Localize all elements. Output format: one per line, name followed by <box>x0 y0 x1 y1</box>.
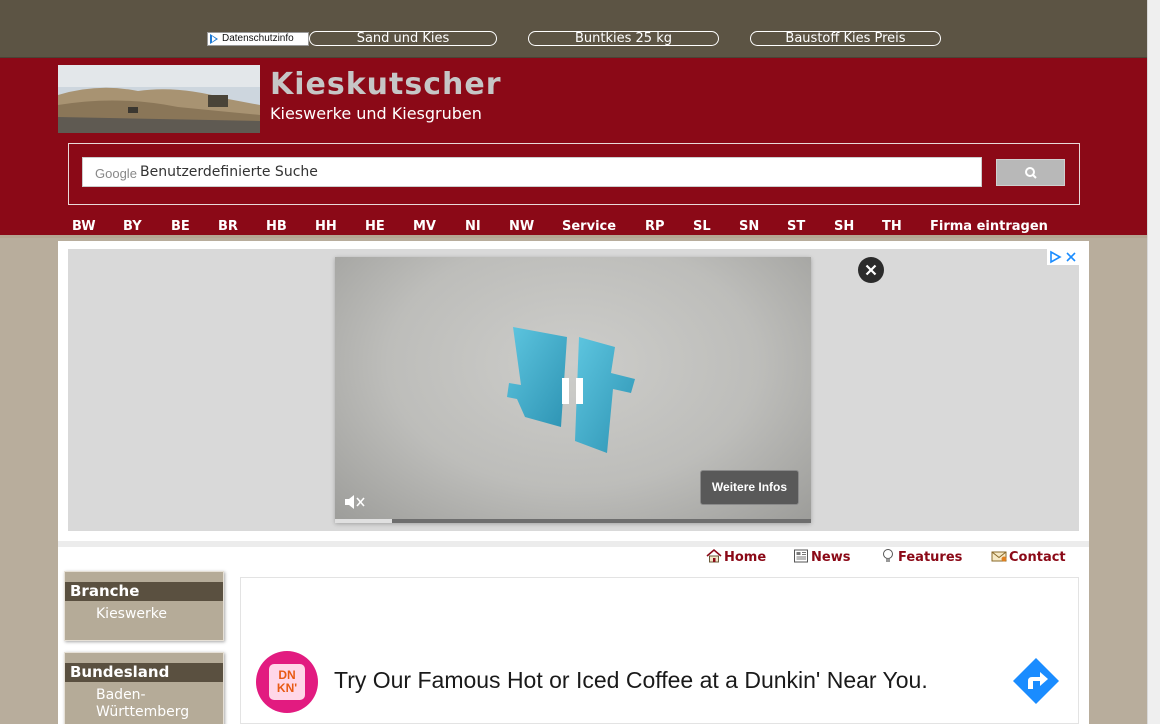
search-icon <box>1025 167 1037 179</box>
site-title[interactable]: Kieskutscher <box>270 67 502 102</box>
nav-hh[interactable]: HH <box>315 219 337 235</box>
video-progress-fill <box>335 519 393 523</box>
more-info-button[interactable]: Weitere Infos <box>700 470 799 505</box>
sidebar-item-kieswerke[interactable]: Kieswerke <box>65 606 223 623</box>
pause-icon <box>562 378 569 404</box>
search-placeholder: Benutzerdefinierte Suche <box>140 164 318 180</box>
state-nav: BW BY BE BR HB HH HE MV NI NW Service RP… <box>0 219 1147 237</box>
nav-firma-eintragen[interactable]: Firma eintragen <box>930 219 1048 235</box>
nav-mv[interactable]: MV <box>413 219 436 235</box>
lightbulb-icon <box>883 549 893 562</box>
mute-icon <box>345 495 365 509</box>
adchoices-play-icon <box>210 34 218 44</box>
privacy-info-label: Datenschutzinfo <box>222 33 294 44</box>
sidebar-bundesland-box: Bundesland Baden-Württemberg <box>64 652 224 724</box>
close-ad-button[interactable] <box>858 257 884 283</box>
search-button[interactable] <box>996 159 1065 186</box>
menu-news-label: News <box>811 550 851 565</box>
directions-arrow-icon <box>1013 658 1059 704</box>
dunkin-logo[interactable]: DN KN' <box>256 651 318 713</box>
nav-sh[interactable]: SH <box>834 219 854 235</box>
nav-be[interactable]: BE <box>171 219 190 235</box>
privacy-info-badge[interactable]: Datenschutzinfo <box>207 32 309 46</box>
toplink-sand-und-kies[interactable]: Sand und Kies <box>309 31 497 46</box>
nav-nw[interactable]: NW <box>509 219 534 235</box>
video-player[interactable]: Weitere Infos <box>335 257 811 523</box>
search-input[interactable]: Google Benutzerdefinierte Suche <box>82 157 982 187</box>
menu-home-label: Home <box>724 550 767 565</box>
main-panel: DN KN' Try Our Famous Hot or Iced Coffee… <box>240 577 1079 724</box>
home-icon <box>706 548 722 563</box>
dunkin-logo-text: DN KN' <box>269 664 305 700</box>
sidebar-bundesland-title: Bundesland <box>65 663 223 682</box>
nav-hb[interactable]: HB <box>266 219 287 235</box>
nav-ni[interactable]: NI <box>465 219 481 235</box>
nav-he[interactable]: HE <box>365 219 385 235</box>
nav-by[interactable]: BY <box>123 219 142 235</box>
vertical-scrollbar[interactable] <box>1147 0 1160 724</box>
top-bar: Datenschutzinfo Sand und Kies Buntkies 2… <box>0 0 1147 58</box>
nav-sn[interactable]: SN <box>739 219 759 235</box>
divider <box>58 541 1089 547</box>
menu-features-label: Features <box>898 550 963 565</box>
sidebar-item-baden-wuerttemberg[interactable]: Baden-Württemberg <box>65 687 223 721</box>
sidebar-branche-box: Branche Kieswerke <box>64 571 224 641</box>
nav-sl[interactable]: SL <box>693 219 711 235</box>
adchoices-badge[interactable] <box>1047 249 1079 265</box>
newspaper-icon <box>794 549 808 563</box>
dunkin-directions-button[interactable] <box>1012 657 1060 705</box>
video-progress-bar[interactable] <box>335 519 811 523</box>
search-box: Google Benutzerdefinierte Suche <box>68 143 1080 205</box>
site-logo-image[interactable] <box>58 65 260 133</box>
nav-rp[interactable]: RP <box>645 219 665 235</box>
menu-contact-label: Contact <box>1009 550 1066 565</box>
sidebar-branche-title: Branche <box>65 582 223 601</box>
nav-bw[interactable]: BW <box>72 219 96 235</box>
video-ad-container: Weitere Infos <box>68 249 1079 531</box>
envelope-icon <box>991 551 1007 562</box>
google-brand-label: Google <box>95 166 137 181</box>
site-subtitle: Kieswerke und Kiesgruben <box>270 104 482 123</box>
content-area: Weitere Infos Home News Features Contact… <box>58 241 1089 724</box>
nav-br[interactable]: BR <box>218 219 238 235</box>
site-header: Kieskutscher Kieswerke und Kiesgruben Go… <box>0 58 1147 238</box>
nav-service[interactable]: Service <box>562 219 616 235</box>
nav-th[interactable]: TH <box>882 219 902 235</box>
adchoices-icon <box>1050 250 1062 264</box>
dunkin-ad-headline[interactable]: Try Our Famous Hot or Iced Coffee at a D… <box>334 667 928 694</box>
close-icon <box>865 264 877 276</box>
nav-st[interactable]: ST <box>787 219 805 235</box>
toplink-baustoff-kies-preis[interactable]: Baustoff Kies Preis <box>750 31 941 46</box>
toplink-buntkies[interactable]: Buntkies 25 kg <box>528 31 719 46</box>
